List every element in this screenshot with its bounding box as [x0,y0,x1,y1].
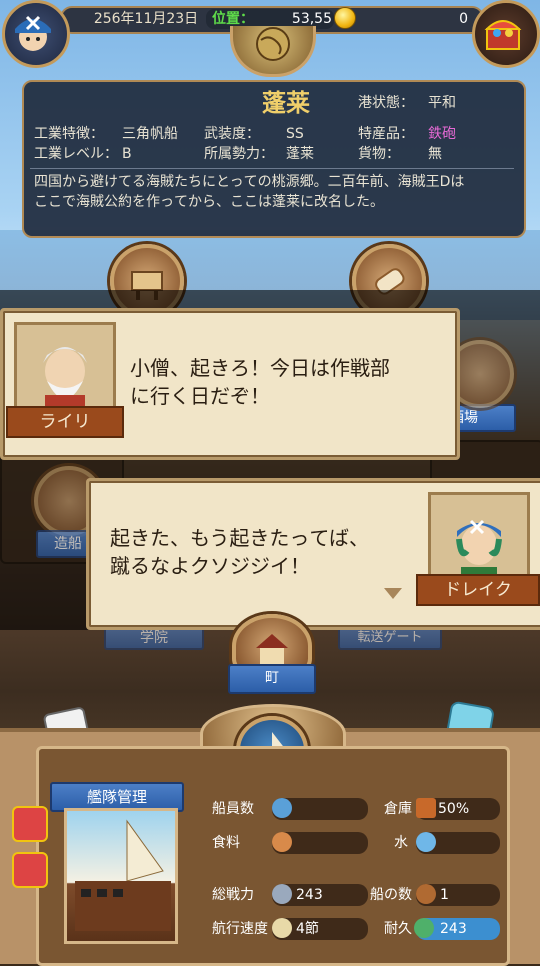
globe-icon [256,27,290,61]
game-date: 256年11月23日 [93,11,199,27]
bread-icon [272,832,292,852]
faction-value: 蓬莱 [286,146,314,162]
durability-icon [414,918,434,938]
world-map-button[interactable] [230,26,316,77]
durability-label: 耐久 [384,921,412,937]
speed-label: 航行速度 [212,921,268,937]
port-description-line2: ここで海賊公約を作ってから、ここは蓬莱に改名した。 [34,194,384,210]
food-label: 食料 [212,835,240,851]
crate-icon [416,798,436,818]
armament-value: SS [286,126,304,142]
industry-value: 三角帆船 [122,126,178,142]
dialog1-line1: 小僧、起きろ！今日は作戦部 [130,356,390,380]
treasure-chest-icon [484,20,522,50]
dialog2-line1: 起きた、もう起きたってば、 [110,526,369,550]
armament-label: 武装度： [204,126,260,142]
warehouse-value: 50% [438,801,470,817]
port-name: 蓬莱 [262,89,310,117]
product-label: 特産品： [358,126,414,142]
warehouse-label: 倉庫 [384,801,412,817]
port-description-line1: 四国から避けてる海賊たちにとっての桃源郷。二百年前、海賊王Dは [34,174,465,190]
speaker-name-raili: ライリ [6,406,124,438]
speaker-name-drake: ドレイク [416,574,540,606]
power-value: 243 [296,887,323,903]
port-status-label: 港状態： [358,95,414,111]
water-icon [416,832,436,852]
sail-speed-icon [272,918,292,938]
crew-label: 船員数 [212,801,254,817]
industry-level-value: B [122,146,132,162]
ship-icon [75,819,171,931]
ships-label: 船の数 [370,887,412,903]
treasure-chest-button[interactable] [472,0,540,68]
power-label: 総戦力 [212,887,254,903]
dialog2-line2: 蹴るなよクソジジイ！ [110,554,310,578]
crew-portrait-1[interactable] [12,806,48,842]
gold-value: 0 [459,11,468,27]
sword-icon [272,884,292,904]
crew-portrait-2[interactable] [12,852,48,888]
dialog-next-arrow-icon[interactable] [384,588,402,599]
crew-icon [272,798,292,818]
cargo-value: 無 [428,146,442,162]
product-value: 鉄砲 [428,126,456,142]
ship-count-icon [416,884,436,904]
industry-level-label: 工業レベル： [34,146,118,162]
faction-label: 所属勢力： [204,146,274,162]
info-divider [30,168,514,169]
dialog1-line2: に行く日だぞ！ [130,384,270,408]
water-label: 水 [394,835,408,851]
ships-value: 1 [440,887,449,903]
flagship-image[interactable] [64,808,178,944]
speed-value: 4節 [296,921,319,937]
port-status-value: 平和 [428,95,456,111]
durability-value: 243 [440,921,467,937]
industry-label: 工業特徴： [34,126,104,142]
town-tag[interactable]: 町 [228,664,316,694]
captain-avatar-icon [15,15,51,51]
cargo-label: 貨物： [358,146,400,162]
captain-avatar-button[interactable] [2,0,70,68]
coin-icon [334,7,356,29]
